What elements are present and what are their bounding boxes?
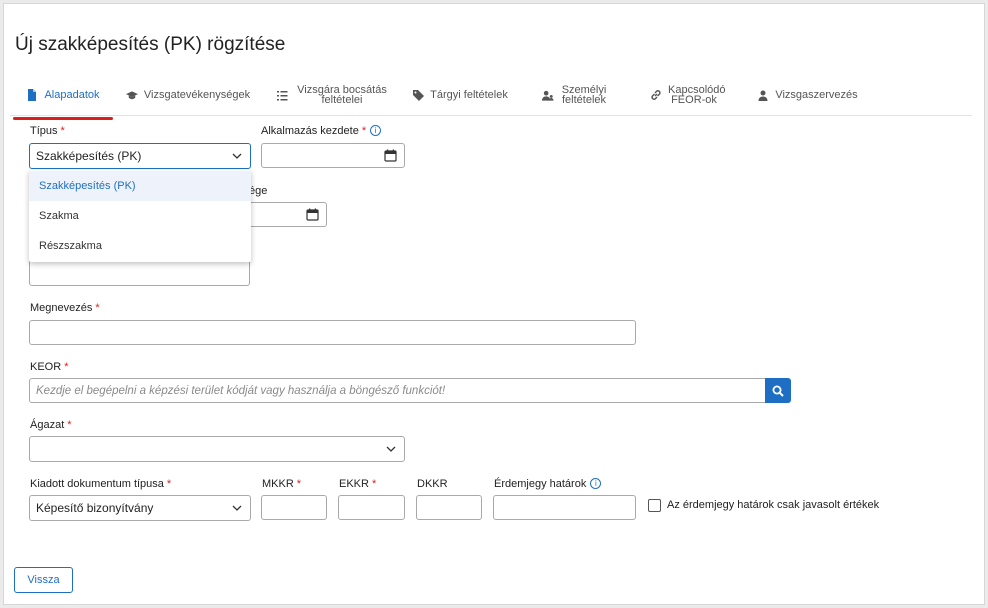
tab-label: Alapadatok [44,89,100,101]
megnevezes-input[interactable] [29,320,636,345]
page-title: Új szakképesítés (PK) rögzítése [15,34,286,55]
alkalmazas-kezdete-date-input[interactable] [261,143,405,168]
kiadott-dokumentum-label: Kiadott dokumentum típusa * [30,478,172,490]
search-icon [772,385,784,397]
chevron-down-icon [232,505,242,511]
document-icon [26,89,38,101]
erdemjegy-label: Érdemjegy határok i [494,478,602,490]
tab-szemelyi-feltetelek[interactable]: Személyi feltételek [525,75,625,115]
tab-vizsgaszervezes[interactable]: Vizsgaszervezés [750,75,865,115]
chevron-down-icon [386,446,396,452]
ekkr-input[interactable] [338,495,405,520]
link-icon [650,89,662,101]
dkkr-label: DKKR [417,478,448,490]
tipus-label: Típus * [30,125,65,137]
tab-label: Kapcsolódó FEOR-ok [668,84,726,106]
partially-hidden-label: ége [249,185,268,197]
list-icon [276,89,288,101]
tipus-select[interactable]: Szakképesítés (PK) [29,143,251,169]
info-icon: i [590,478,602,489]
tab-alapadatok[interactable]: Alapadatok [18,75,108,115]
dropdown-option-reszszakma[interactable]: Részszakma [29,231,251,261]
megnevezes-label: Megnevezés * [30,302,100,314]
erdemjegy-input[interactable] [493,495,636,520]
dropdown-option-szakkepesites[interactable]: Szakképesítés (PK) [29,171,251,201]
graduation-cap-icon [125,89,138,101]
info-icon: i [370,125,382,136]
ekkr-label: EKKR * [339,478,377,490]
mkkr-input[interactable] [261,495,327,520]
agazat-label: Ágazat * [30,419,72,431]
dropdown-option-szakma[interactable]: Szakma [29,201,251,231]
tab-label: Vizsgára bocsátás feltételei [297,84,387,106]
back-button[interactable]: Vissza [14,567,73,593]
chevron-down-icon [232,153,242,159]
keor-search-button[interactable] [765,378,791,403]
dkkr-input[interactable] [416,495,482,520]
user-icon [757,89,769,101]
tab-kapcsolodo-feor[interactable]: Kapcsolódó FEOR-ok [635,75,735,115]
keor-search-input[interactable]: Kezdje el begépelni a képzési terület kó… [29,378,766,403]
keor-label: KEOR * [30,361,69,373]
tab-targyi-feltetelek[interactable]: Tárgyi feltételek [405,75,515,115]
tab-vizsgara-bocsatas[interactable]: Vizsgára bocsátás feltételei [268,75,398,115]
tab-bar: Alapadatok Vizsgatevékenységek Vizsgára … [10,75,972,116]
kiadott-dokumentum-select[interactable]: Képesítő bizonyítvány [29,495,251,521]
tab-label: Vizsgaszervezés [775,89,858,101]
javasolt-ertekek-checkbox[interactable] [648,499,661,512]
tab-label: Tárgyi feltételek [430,89,508,101]
javasolt-ertekek-label: Az érdemjegy határok csak javasolt érték… [667,499,880,511]
active-tab-indicator [13,117,113,120]
calendar-icon[interactable] [306,208,319,221]
tab-vizsgatevekenysegek[interactable]: Vizsgatevékenységek [118,75,258,115]
user-group-icon [542,89,554,101]
tipus-dropdown-menu: Szakképesítés (PK) Szakma Részszakma [29,170,251,262]
tag-icon [412,89,424,101]
agazat-select[interactable] [29,436,405,462]
tab-label: Személyi feltételek [561,84,607,106]
tab-label: Vizsgatevékenységek [143,89,251,101]
alkalmazas-kezdete-label: Alkalmazás kezdete * i [261,125,382,137]
calendar-icon[interactable] [384,149,397,162]
mkkr-label: MKKR * [262,478,302,490]
